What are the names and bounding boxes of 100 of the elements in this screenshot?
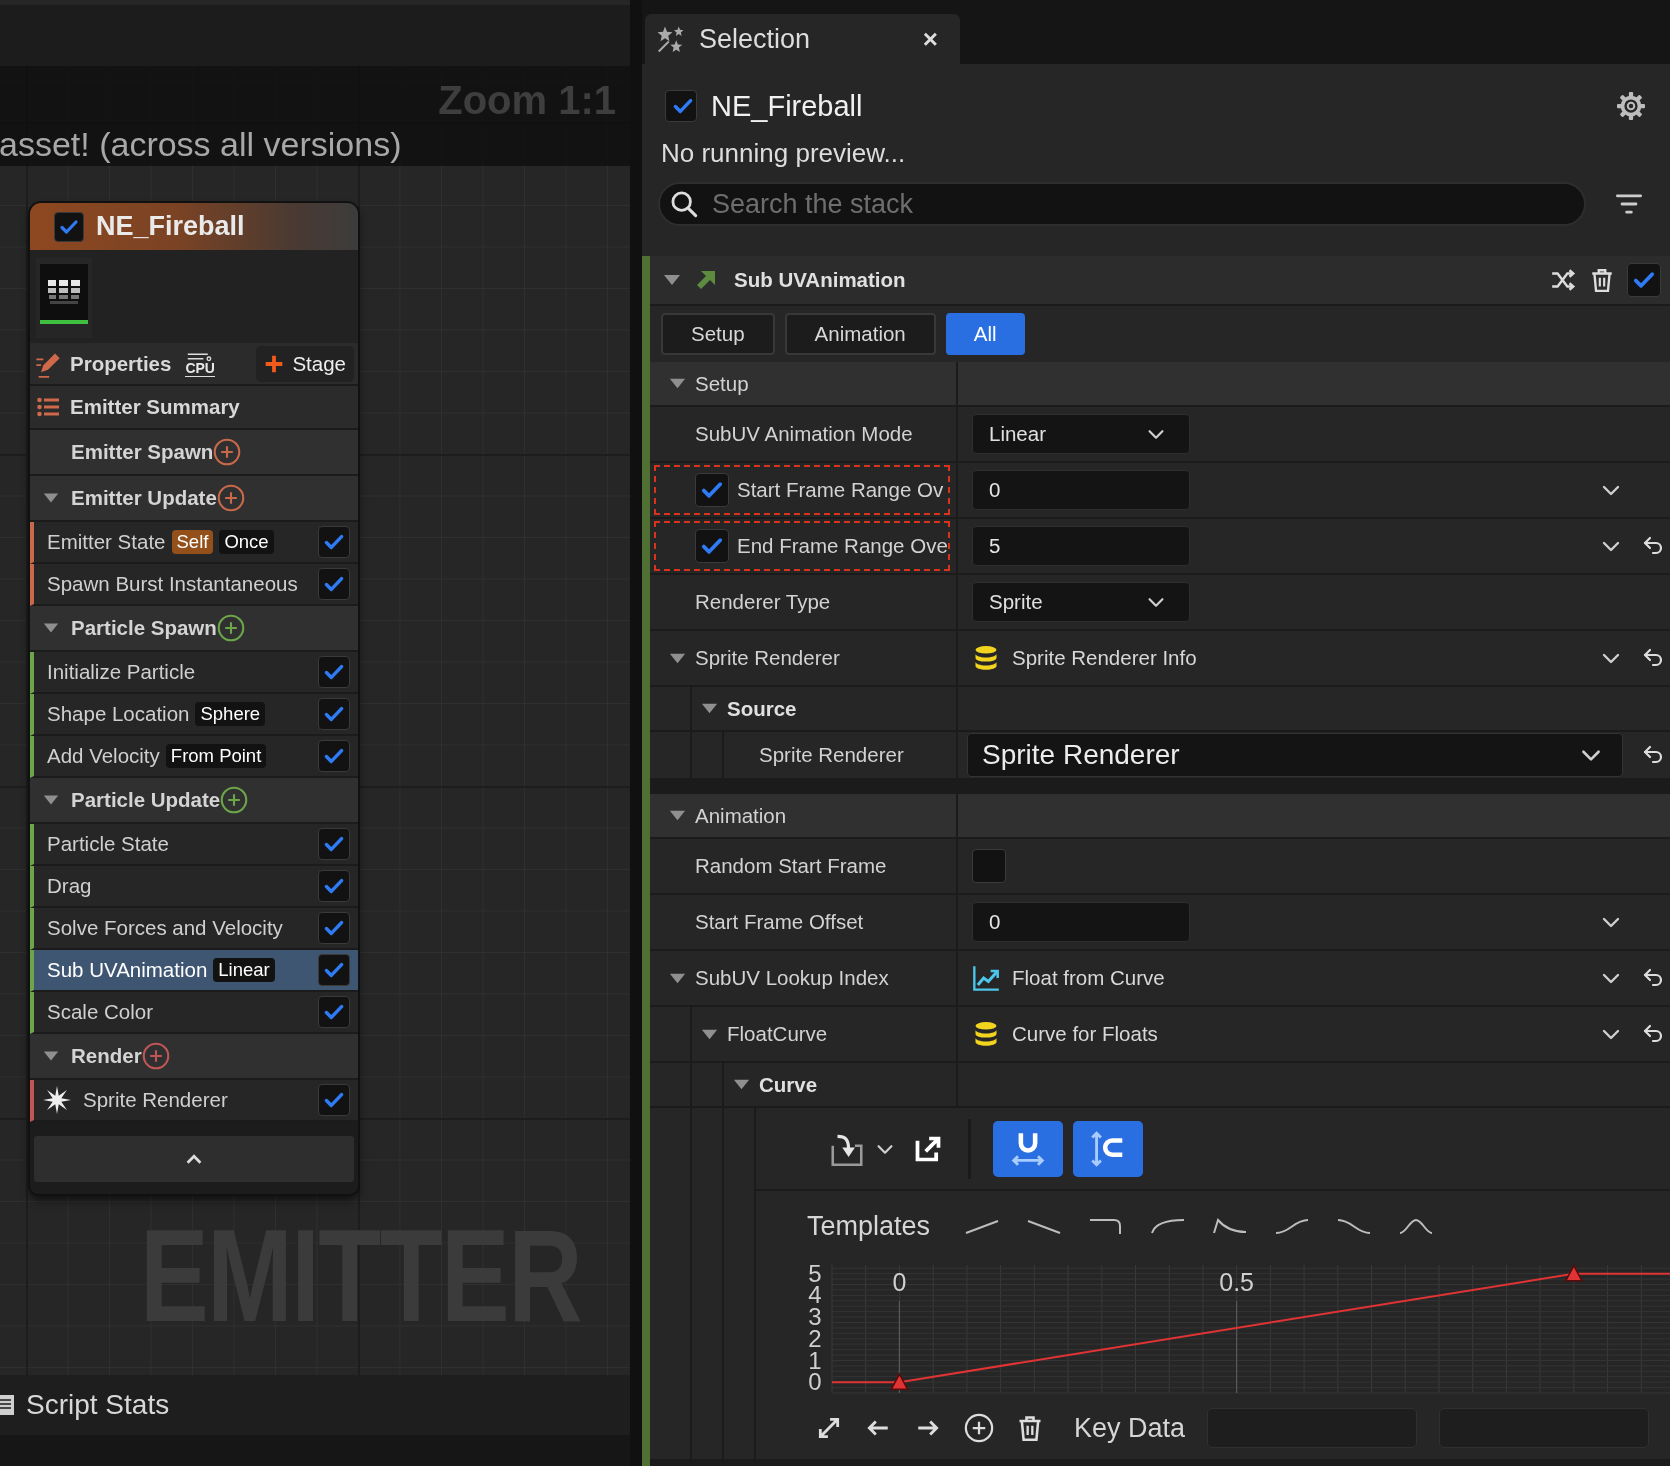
property-label: End Frame Range Ove xyxy=(737,534,948,558)
checkbox[interactable] xyxy=(318,870,350,902)
module-label: Scale Color xyxy=(47,1000,153,1024)
checkbox[interactable] xyxy=(318,912,350,944)
filter-tab[interactable]: Setup xyxy=(661,313,775,355)
number-field[interactable]: 5 xyxy=(972,526,1190,566)
group-label: Particle Update xyxy=(71,788,221,812)
key-marker[interactable] xyxy=(890,1372,909,1390)
property-label: Renderer Type xyxy=(695,590,831,614)
checkbox[interactable] xyxy=(318,828,350,860)
checkbox[interactable] xyxy=(54,211,84,242)
property-label: Curve xyxy=(759,1072,818,1097)
value-text: Float from Curve xyxy=(1012,966,1165,990)
shuffle-icon[interactable] xyxy=(1549,267,1577,293)
property-label: Start Frame Range Ov xyxy=(737,478,944,502)
key-marker[interactable] xyxy=(1564,1264,1584,1282)
banner-text: asset! (across all versions) xyxy=(0,124,403,164)
module-label: Particle State xyxy=(47,832,169,856)
checkbox[interactable] xyxy=(318,1084,350,1116)
dropdown[interactable]: Linear xyxy=(972,414,1190,454)
module-row[interactable]: Scale Color xyxy=(30,992,358,1034)
axis-label: 0 xyxy=(892,1268,907,1296)
checkbox[interactable] xyxy=(318,996,350,1028)
checkbox[interactable] xyxy=(318,568,350,600)
module-row[interactable]: Sprite Renderer xyxy=(30,1080,358,1122)
checkbox[interactable] xyxy=(972,849,1006,883)
checkbox[interactable] xyxy=(318,698,350,730)
property-label: Setup xyxy=(695,371,749,396)
node-title: NE_Fireball xyxy=(96,211,245,242)
templates-label: Templates xyxy=(807,1210,931,1242)
properties-label: Properties xyxy=(70,351,172,376)
module-title: Sub UVAnimation xyxy=(734,268,906,292)
property-label: FloatCurve xyxy=(727,1022,828,1046)
checkbox[interactable] xyxy=(318,954,350,986)
close-button[interactable]: × xyxy=(916,23,944,55)
property-label: SubUV Animation Mode xyxy=(695,422,913,446)
cpu-label: CPU xyxy=(185,360,215,377)
checkbox[interactable] xyxy=(318,526,350,558)
checkbox[interactable] xyxy=(318,740,350,772)
search-field[interactable]: Search the stack xyxy=(658,182,1586,226)
property-label: Source xyxy=(727,696,797,721)
mode-tag: Self xyxy=(171,530,214,554)
asset-picker[interactable]: Sprite Renderer xyxy=(967,733,1623,777)
axis-label: 0.5 xyxy=(1219,1268,1254,1296)
module-label: Drag xyxy=(47,874,92,898)
property-label: Animation xyxy=(695,803,787,828)
module-label: Solve Forces and Velocity xyxy=(47,916,283,940)
module-label: Emitter State xyxy=(47,530,166,554)
number-field[interactable]: 0 xyxy=(972,470,1190,510)
property-label: Sprite Renderer xyxy=(759,743,904,767)
number-field[interactable]: 0 xyxy=(972,902,1190,942)
checkbox[interactable] xyxy=(1627,263,1661,297)
module-label: Shape Location xyxy=(47,702,190,726)
module-label: Spawn Burst Instantaneous xyxy=(47,572,298,596)
mode-tag: Once xyxy=(219,530,274,554)
module-label: Sprite Renderer xyxy=(83,1088,228,1112)
stage-button[interactable]: Stage xyxy=(256,345,354,382)
selection-tab[interactable]: Selection × xyxy=(645,14,960,64)
checkbox[interactable] xyxy=(695,529,729,563)
value-text: Sprite Renderer Info xyxy=(1012,646,1197,670)
mode-tag: Linear xyxy=(213,958,275,982)
checkbox[interactable] xyxy=(665,90,697,122)
property-label: Sprite Renderer xyxy=(695,646,840,670)
module-row[interactable]: Emitter State Self Once xyxy=(30,522,358,564)
settings-icon[interactable] xyxy=(1616,91,1646,121)
module-row[interactable]: Drag xyxy=(30,866,358,908)
checkbox[interactable] xyxy=(318,656,350,688)
module-row[interactable]: Particle State xyxy=(30,824,358,866)
property-label: SubUV Lookup Index xyxy=(695,966,889,990)
group-label: Particle Spawn xyxy=(71,616,217,640)
filter-tab[interactable]: All xyxy=(945,313,1025,355)
module-row[interactable]: Initialize Particle xyxy=(30,652,358,694)
group-label: Emitter Update xyxy=(71,486,217,510)
value-text: Curve for Floats xyxy=(1012,1022,1158,1046)
module-label: Add Velocity xyxy=(47,744,160,768)
checkbox[interactable] xyxy=(695,473,729,507)
box-arrow-icon xyxy=(914,1134,942,1163)
module-row[interactable]: Solve Forces and Velocity xyxy=(30,908,358,950)
module-row[interactable]: Sub UVAnimation Linear xyxy=(30,950,358,992)
stars-icon xyxy=(655,24,685,54)
add-icon[interactable] xyxy=(216,614,245,642)
key-data-label: Key Data xyxy=(1074,1412,1186,1444)
starburst-icon xyxy=(43,1086,71,1114)
expand-icon[interactable] xyxy=(816,1415,842,1441)
property-label: Start Frame Offset xyxy=(695,910,864,934)
magnet-button[interactable] xyxy=(1073,1120,1143,1177)
filter-tab[interactable]: Animation xyxy=(784,313,936,355)
summary-label: Emitter Summary xyxy=(70,395,240,419)
module-row[interactable]: Spawn Burst Instantaneous xyxy=(30,564,358,606)
trash-icon[interactable] xyxy=(1589,266,1615,294)
list-icon xyxy=(35,395,61,419)
magnet-button[interactable] xyxy=(993,1120,1063,1177)
module-row[interactable]: Shape Location Sphere xyxy=(30,694,358,736)
module-label: Initialize Particle xyxy=(47,660,196,684)
dropdown[interactable]: Sprite xyxy=(972,582,1190,622)
module-row[interactable]: Add Velocity From Point xyxy=(30,736,358,778)
search-icon xyxy=(670,190,698,218)
property-label: Random Start Frame xyxy=(695,854,887,878)
group-label: Render xyxy=(71,1044,142,1068)
add-icon[interactable] xyxy=(220,786,249,814)
